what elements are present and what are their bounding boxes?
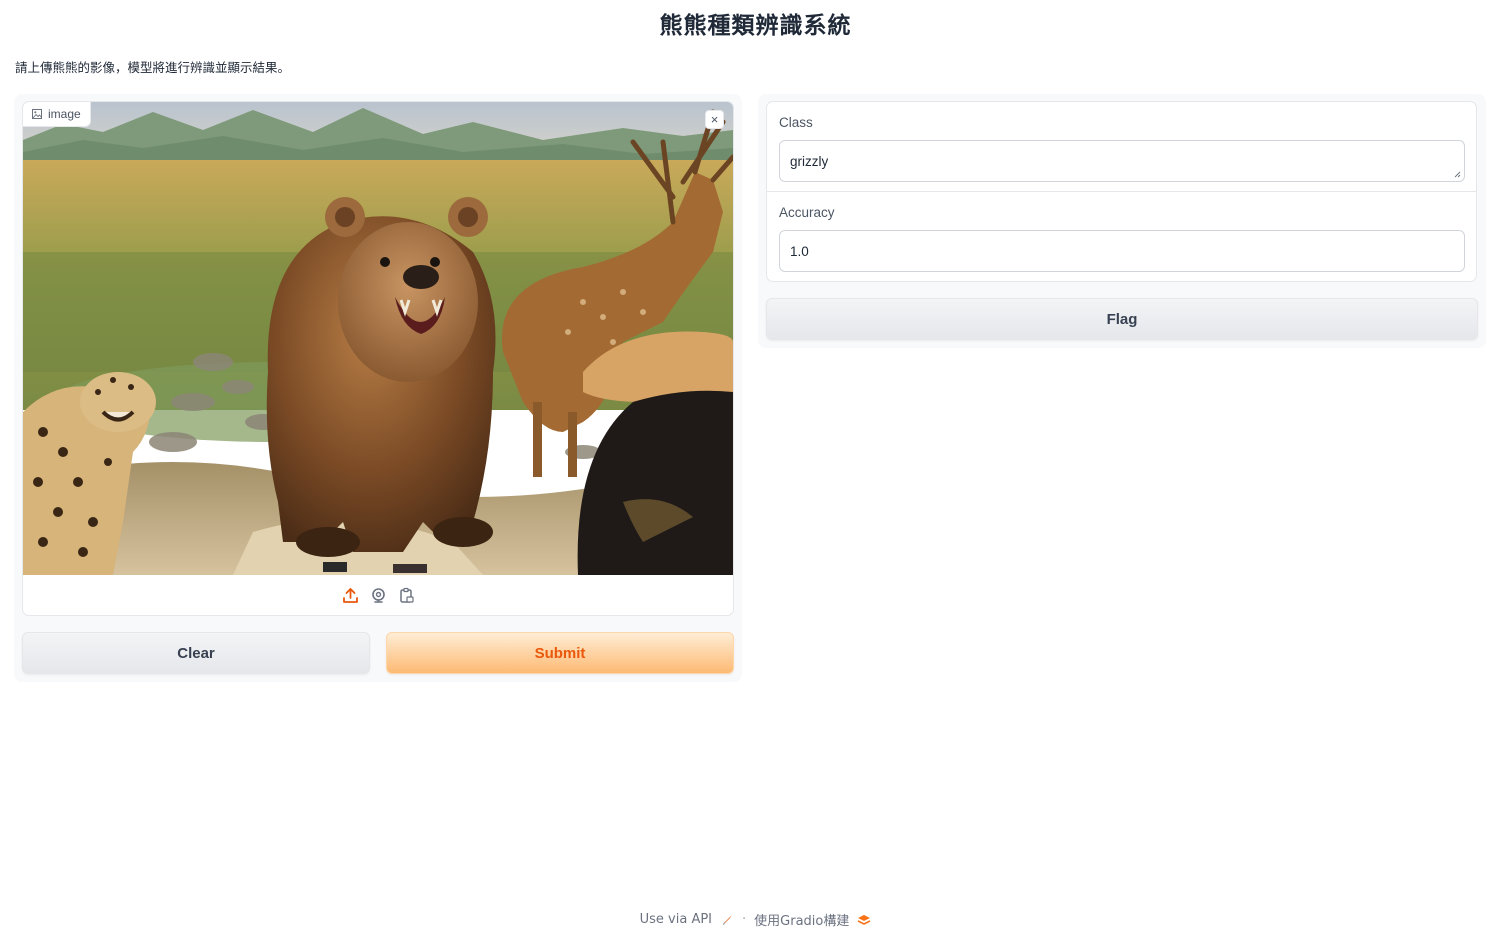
clipboard-button[interactable] <box>396 585 416 605</box>
output-panel: Class grizzly Accuracy 1.0 Flag <box>758 94 1486 348</box>
footer: Use via API · 使用Gradio構建 <box>0 910 1511 929</box>
close-icon: × <box>710 112 719 127</box>
image-label-text: image <box>48 107 81 121</box>
upload-button[interactable] <box>340 585 360 605</box>
footer-separator: · <box>742 912 747 927</box>
output-card: Class grizzly Accuracy 1.0 <box>766 101 1477 282</box>
input-panel: image × Clear Submit <box>14 94 742 682</box>
clipboard-icon <box>399 587 414 603</box>
uploaded-image <box>23 102 733 575</box>
submit-button[interactable]: Submit <box>386 632 734 674</box>
page-title: 熊熊種類辨識系統 <box>659 13 852 39</box>
class-value: grizzly <box>790 153 829 169</box>
class-field: Class grizzly <box>767 102 1476 192</box>
accuracy-field: Accuracy 1.0 <box>767 192 1476 282</box>
webcam-button[interactable] <box>368 585 388 605</box>
use-api-link[interactable]: Use via API <box>640 912 712 927</box>
accuracy-value: 1.0 <box>790 243 809 259</box>
resize-handle-icon[interactable] <box>1454 171 1461 178</box>
page-description: 請上傳熊熊的影像，模型將進行辨識並顯示結果。 <box>15 60 291 75</box>
accuracy-label: Accuracy <box>779 205 835 220</box>
webcam-icon <box>371 587 385 603</box>
flag-button[interactable]: Flag <box>766 298 1478 340</box>
clear-button[interactable]: Clear <box>22 632 370 674</box>
accuracy-textbox[interactable]: 1.0 <box>779 230 1465 272</box>
image-icon <box>32 109 42 119</box>
gradio-logo-icon <box>858 914 871 925</box>
rocket-icon <box>723 914 733 925</box>
grizzly-shape <box>266 197 496 557</box>
built-with-gradio-link[interactable]: 使用Gradio構建 <box>754 910 849 929</box>
image-upload[interactable]: image × <box>22 101 734 616</box>
clear-image-button[interactable]: × <box>705 110 724 129</box>
image-block-label: image <box>23 102 91 127</box>
class-label: Class <box>779 115 813 130</box>
class-textbox[interactable]: grizzly <box>779 140 1465 182</box>
image-source-toolbar <box>23 575 733 615</box>
upload-icon <box>342 587 358 603</box>
